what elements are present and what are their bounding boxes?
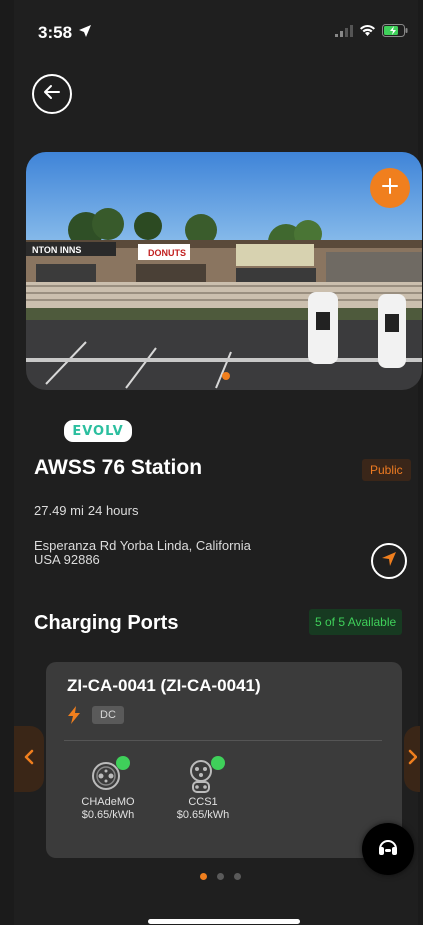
previous-port-button[interactable] — [14, 726, 44, 792]
wifi-icon — [359, 24, 376, 42]
brand-name: EVOLV — [72, 423, 124, 439]
distance-hours: 27.49 mi 24 hours — [34, 503, 138, 518]
charging-ports-title: Charging Ports — [34, 612, 179, 634]
chevron-left-icon — [23, 749, 35, 770]
brand-logo: EVOLV — [64, 420, 132, 442]
headset-icon — [376, 835, 400, 864]
chademo-connector-icon — [88, 762, 128, 798]
hero-sign-center: DONUTS — [148, 248, 186, 258]
port-card[interactable]: ZI-CA-0041 (ZI-CA-0041) DC CHAdeMO $0.65… — [46, 662, 402, 858]
address-line-2: USA 92886 — [34, 552, 100, 567]
hours-text: 24 hours — [87, 503, 139, 518]
connector-status-dot — [211, 756, 225, 770]
distance-text: 27.49 mi — [34, 503, 84, 518]
connector-status-dot — [116, 756, 130, 770]
connector-icon-wrap — [183, 754, 225, 794]
next-port-button[interactable] — [404, 726, 420, 792]
location-arrow-icon — [78, 23, 92, 43]
ccs1-connector-icon — [183, 760, 223, 798]
chevron-right-icon — [407, 749, 418, 770]
station-name: AWSS 76 Station — [34, 456, 203, 479]
navigate-button[interactable] — [371, 543, 407, 579]
arrow-left-icon — [42, 82, 62, 107]
signal-icon — [335, 24, 353, 42]
pager-dot[interactable] — [217, 873, 224, 880]
add-favorite-button[interactable] — [370, 168, 410, 208]
connector-ccs1[interactable]: CCS1 $0.65/kWh — [163, 754, 243, 821]
station-address: Esperanza Rd Yorba Linda, California USA… — [34, 539, 324, 567]
connector-price: $0.65/kWh — [81, 809, 135, 821]
hero-sign-left: NTON INNS — [32, 245, 81, 255]
connector-icon-wrap — [88, 754, 130, 794]
back-button[interactable] — [32, 74, 72, 114]
pager-dot-active[interactable] — [200, 873, 207, 880]
port-id: ZI-CA-0041 (ZI-CA-0041) — [67, 676, 261, 695]
support-button[interactable] — [362, 823, 414, 875]
status-time: 3:58 — [38, 23, 73, 42]
status-left: 3:58 — [38, 23, 92, 43]
port-pager — [200, 873, 241, 880]
lightning-bolt-icon — [67, 706, 81, 724]
divider — [64, 740, 382, 741]
battery-charging-icon — [382, 24, 408, 42]
pager-dot[interactable] — [234, 873, 241, 880]
navigation-arrow-icon — [381, 551, 397, 572]
availability-badge: 5 of 5 Available — [309, 609, 403, 635]
access-badge: Public — [362, 459, 411, 481]
address-line-1: Esperanza Rd Yorba Linda, California — [34, 538, 251, 553]
status-right — [335, 24, 408, 42]
current-type-badge: DC — [92, 706, 124, 724]
station-photo: NTON INNS DONUTS — [26, 152, 422, 390]
connector-price: $0.65/kWh — [176, 809, 230, 821]
plus-icon — [381, 174, 399, 202]
status-bar: 3:58 — [38, 22, 408, 44]
home-indicator — [148, 919, 300, 924]
connector-chademo[interactable]: CHAdeMO $0.65/kWh — [68, 754, 148, 821]
